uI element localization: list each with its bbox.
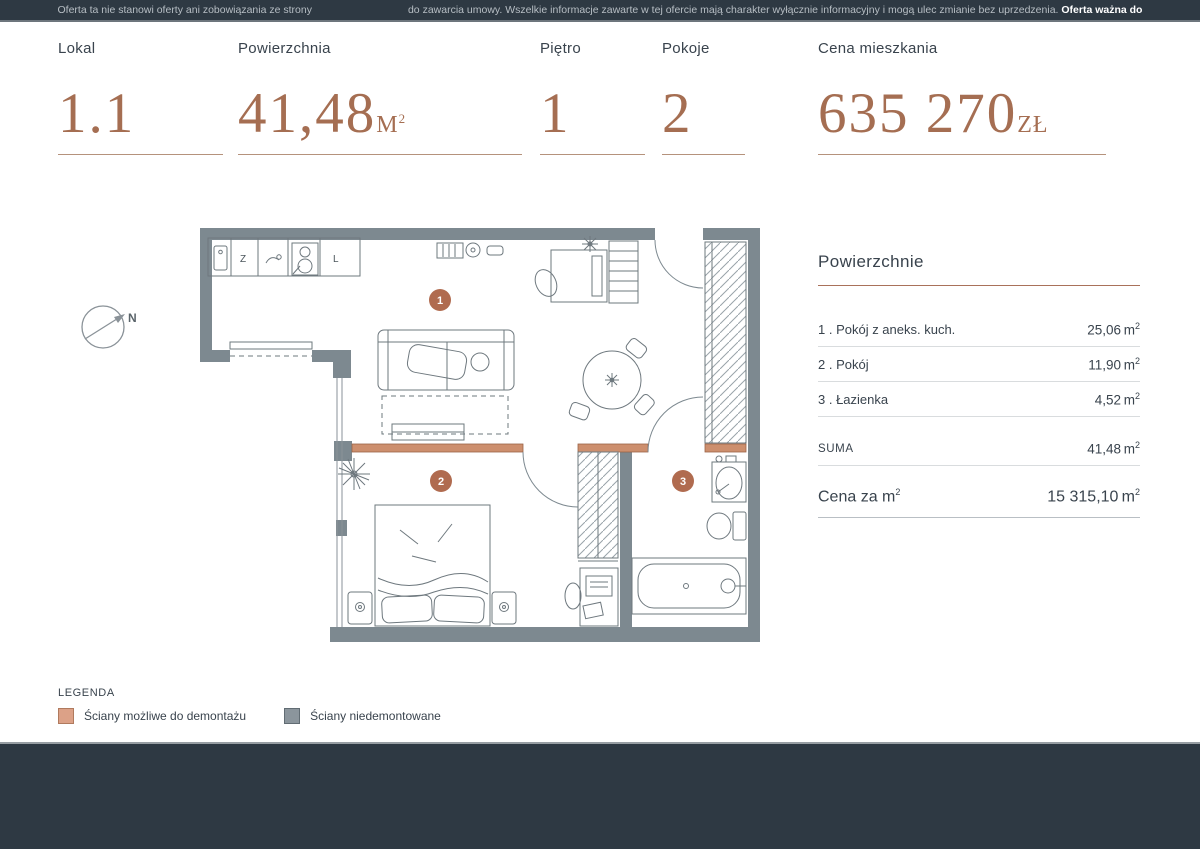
dining-table	[568, 337, 656, 421]
legend: LEGENDA Ściany możliwe do demontażu Ścia…	[58, 687, 441, 724]
plant-icon	[582, 236, 598, 252]
area-row-1: 1 . Pokój z aneks. kuch. 25,06 m2	[818, 312, 1140, 347]
pokoje-label: Pokoje	[662, 40, 745, 57]
lokal-value: 1.1	[58, 88, 223, 154]
shelf-icon	[609, 241, 638, 303]
radiator-icon	[437, 243, 503, 258]
legend-item-fixed-walls: Ściany niedemontowane	[284, 708, 441, 724]
price-per-m2-label: Cena za m2	[818, 487, 900, 506]
area-row-label: 2 . Pokój	[818, 357, 869, 372]
powierzchnia-label: Powierzchnia	[238, 40, 522, 57]
floor-plan: N	[55, 220, 765, 645]
nightstand-right	[492, 592, 516, 624]
tv-bench	[392, 424, 464, 440]
entrance-wardrobe	[705, 242, 746, 443]
suma-label: SUMA	[818, 443, 854, 455]
kitchen-sink-small-icon	[214, 246, 227, 270]
cena-label: Cena mieszkania	[818, 40, 1106, 57]
legend-swatch-removable-walls	[58, 708, 74, 724]
legend-label: Ściany niedemontowane	[310, 709, 441, 723]
monitor-icon	[592, 256, 602, 296]
laptop-icon	[586, 576, 612, 596]
header-col-powierzchnia: Powierzchnia 41,48M2	[238, 40, 522, 155]
price-per-m2-row: Cena za m2 15 315,10 m2	[818, 477, 1140, 518]
price-per-m2-value: 15 315,10 m2	[1047, 487, 1140, 506]
lokal-label: Lokal	[58, 40, 223, 57]
area-row-3: 3 . Łazienka 4,52 m2	[818, 382, 1140, 417]
legend-title: LEGENDA	[58, 687, 441, 699]
legend-label: Ściany możliwe do demontażu	[84, 709, 246, 723]
area-row-value: 4,52 m2	[1095, 391, 1140, 408]
sofa	[378, 330, 514, 390]
header-col-lokal: Lokal 1.1	[58, 40, 223, 155]
areas-panel-title: Powierzchnie	[818, 252, 1140, 286]
entrance-door-arc	[655, 240, 703, 288]
bedroom-desk	[565, 568, 618, 626]
fridge-label: L	[333, 254, 339, 265]
pillow-icon	[381, 595, 432, 624]
pietro-label: Piętro	[540, 40, 645, 57]
bed	[375, 505, 490, 626]
area-row-label: 3 . Łazienka	[818, 392, 888, 407]
bedroom-window	[337, 378, 342, 627]
balcony-window	[230, 342, 312, 362]
legend-item-removable-walls: Ściany możliwe do demontażu	[58, 708, 246, 724]
disclaimer-bar: Oferta ta nie stanowi oferty ani zobowią…	[0, 0, 1200, 22]
rug	[382, 396, 508, 434]
cena-value: 635 270ZŁ	[818, 88, 1106, 154]
header-col-cena: Cena mieszkania 635 270ZŁ	[818, 40, 1106, 155]
bathroom-door-arc	[648, 397, 703, 452]
walls-removable	[352, 444, 746, 452]
office-chair-icon	[565, 583, 581, 609]
bedroom-wardrobe	[578, 452, 618, 561]
pietro-value: 1	[540, 88, 645, 154]
chair-icon	[568, 401, 591, 421]
room-1-badge-label: 1	[437, 295, 443, 307]
header-col-pietro: Piętro 1	[540, 40, 645, 155]
area-row-2: 2 . Pokój 11,90 m2	[818, 347, 1140, 382]
areas-panel: Powierzchnie 1 . Pokój z aneks. kuch. 25…	[818, 252, 1140, 518]
area-row-value: 25,06 m2	[1087, 321, 1140, 338]
nightstand-left	[348, 592, 372, 624]
legend-swatch-fixed-walls	[284, 708, 300, 724]
suma-row: SUMA 41,48 m2	[818, 432, 1140, 466]
disclaimer-text-1: Oferta ta nie stanowi oferty ani zobowią…	[58, 4, 312, 16]
papers-icon	[583, 602, 603, 618]
dishwasher-label: Z	[240, 254, 246, 265]
walls-fixed	[200, 228, 760, 642]
disclaimer-valid-until: Oferta ważna do	[1061, 4, 1142, 16]
console-icon	[487, 246, 503, 255]
compass-icon: N	[82, 306, 137, 348]
powierzchnia-value: 41,48M2	[238, 88, 522, 154]
footer-bar	[0, 742, 1200, 849]
bedroom-door-arc	[523, 452, 578, 507]
offer-page: Oferta ta nie stanowi oferty ani zobowią…	[0, 0, 1200, 849]
room-2-badge-label: 2	[438, 476, 444, 488]
area-row-value: 11,90 m2	[1088, 356, 1140, 373]
fan-icon	[466, 243, 480, 257]
pokoje-value: 2	[662, 88, 745, 154]
plant-icon	[605, 373, 619, 387]
office-chair-icon	[531, 266, 561, 300]
pillow-icon	[433, 595, 484, 624]
kitchen-counter: Z L	[208, 238, 360, 276]
person-icon	[471, 353, 489, 371]
compass-north-label: N	[128, 311, 137, 325]
plant-icon-large	[338, 458, 370, 490]
suma-value: 41,48 m2	[1087, 440, 1140, 457]
accessory-icon	[726, 456, 736, 462]
room-3-badge-label: 3	[680, 476, 686, 488]
header-col-pokoje: Pokoje 2	[662, 40, 745, 155]
double-sink-icon	[292, 243, 318, 275]
washbasin-icon	[712, 462, 746, 502]
bathtub-icon	[632, 558, 746, 614]
desk-workspace	[531, 236, 638, 303]
toilet-icon	[707, 512, 746, 540]
accessory-icon	[716, 456, 722, 462]
area-row-label: 1 . Pokój z aneks. kuch.	[818, 322, 955, 337]
disclaimer-text-2: do zawarcia umowy. Wszelkie informacje z…	[408, 4, 1143, 16]
